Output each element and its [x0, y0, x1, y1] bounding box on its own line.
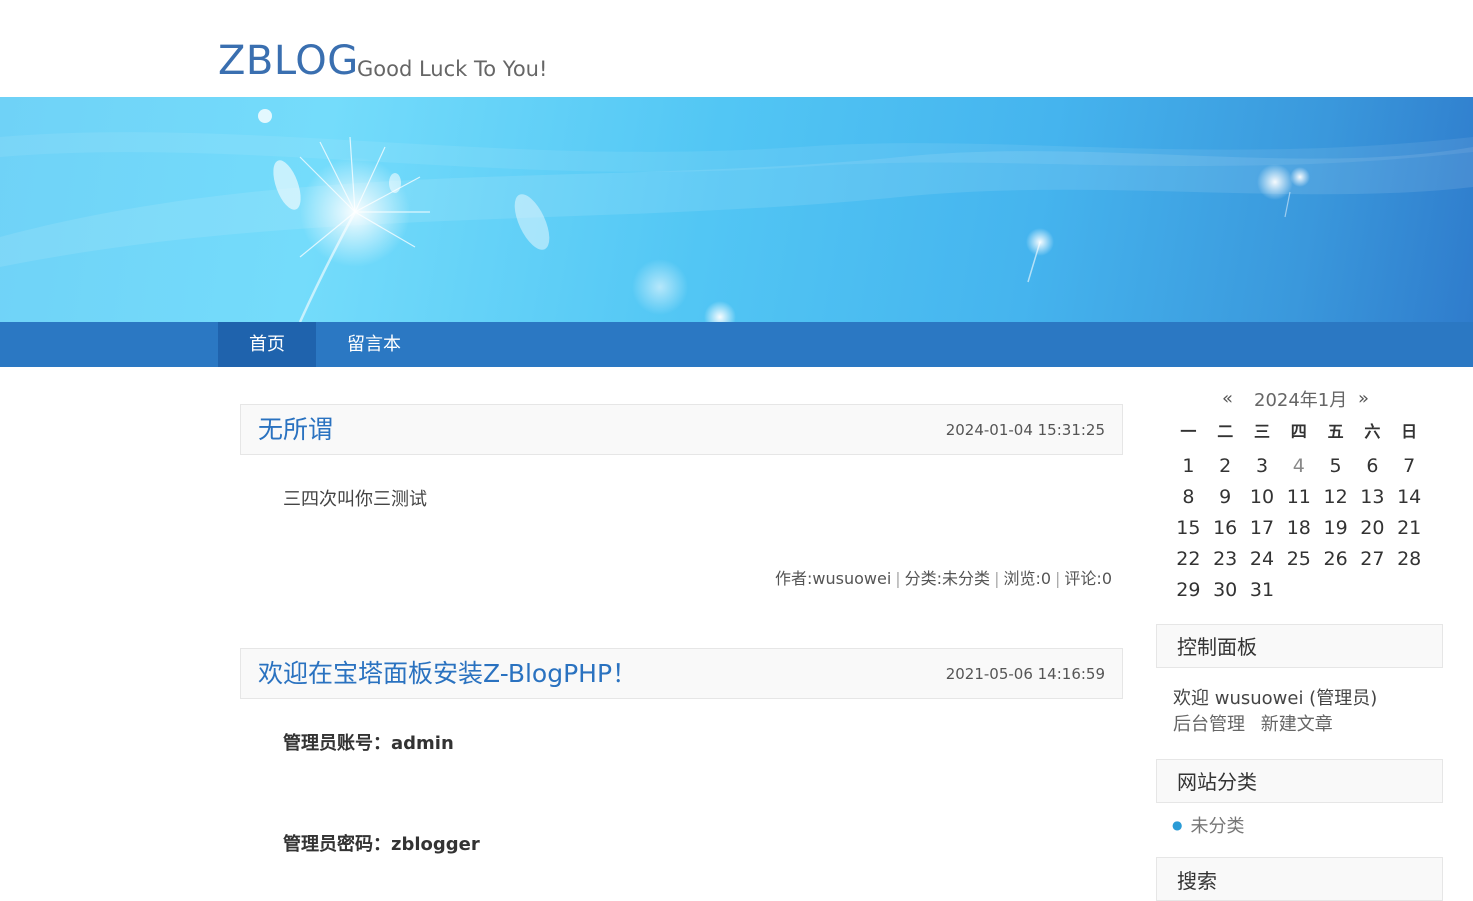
post-comments: 评论:0 — [1064, 569, 1112, 588]
control-panel-title: 控制面板 — [1177, 635, 1257, 659]
new-article-link[interactable]: 新建文章 — [1261, 714, 1333, 735]
calendar-day[interactable]: 5 — [1317, 451, 1354, 482]
control-panel-links: 后台管理 新建文章 — [1173, 712, 1333, 738]
calendar-day[interactable]: 29 — [1170, 575, 1207, 606]
calendar-day[interactable]: 23 — [1207, 544, 1244, 575]
calendar-day[interactable]: 15 — [1170, 513, 1207, 544]
site-logo[interactable]: ZBLOG — [218, 38, 359, 84]
calendar-weekday: 一 — [1180, 422, 1197, 441]
calendar-day[interactable]: 1 — [1170, 451, 1207, 482]
calendar-day[interactable]: 26 — [1317, 544, 1354, 575]
post-title-link[interactable]: 欢迎在宝塔面板安装Z-BlogPHP！ — [258, 658, 637, 690]
dandelion-banner-image — [0, 109, 1473, 322]
search-header: 搜索 — [1156, 857, 1443, 901]
calendar-day[interactable]: 11 — [1280, 482, 1317, 513]
post-meta: 作者:wusuowei | 分类:未分类 | 浏览:0 | 评论:0 — [775, 569, 1112, 589]
calendar-day[interactable]: 10 — [1244, 482, 1281, 513]
site-header: ZBLOG Good Luck To You! — [0, 0, 1473, 97]
calendar-day[interactable]: 24 — [1244, 544, 1281, 575]
calendar-day[interactable]: 9 — [1207, 482, 1244, 513]
post-title-link[interactable]: 无所谓 — [258, 414, 333, 446]
calendar-weekday: 五 — [1327, 422, 1344, 441]
categories-header: 网站分类 — [1156, 759, 1443, 803]
calendar-header: « 2024年1月 » — [1170, 385, 1428, 411]
calendar-day[interactable]: 17 — [1244, 513, 1281, 544]
calendar-day[interactable]: 27 — [1354, 544, 1391, 575]
category-link[interactable]: 未分类 — [1190, 816, 1244, 837]
calendar-next-month[interactable]: » — [1358, 388, 1369, 409]
post-date: 2024-01-04 15:31:25 — [945, 421, 1105, 439]
category-item[interactable]: ● 未分类 — [1172, 815, 1244, 840]
calendar-day[interactable]: 18 — [1280, 513, 1317, 544]
calendar-weekday: 六 — [1364, 422, 1381, 441]
admin-account-text: 管理员账号：admin — [283, 733, 454, 754]
meta-separator: | — [895, 569, 901, 588]
calendar-weekday: 二 — [1217, 422, 1234, 441]
calendar-day[interactable]: 14 — [1391, 482, 1428, 513]
post-date: 2021-05-06 14:16:59 — [945, 665, 1105, 683]
bullet-icon: ● — [1172, 818, 1183, 832]
calendar-day[interactable]: 20 — [1354, 513, 1391, 544]
admin-dashboard-link[interactable]: 后台管理 — [1173, 714, 1245, 735]
calendar-day[interactable]: 2 — [1207, 451, 1244, 482]
header-banner — [0, 97, 1473, 322]
calendar-day[interactable]: 31 — [1244, 575, 1281, 606]
post-header: 无所谓 2024-01-04 15:31:25 — [240, 404, 1123, 455]
calendar-day[interactable]: 30 — [1207, 575, 1244, 606]
calendar-day[interactable]: 25 — [1280, 544, 1317, 575]
post-author: 作者:wusuowei — [775, 569, 892, 588]
calendar-day[interactable]: 13 — [1354, 482, 1391, 513]
post-header: 欢迎在宝塔面板安装Z-BlogPHP！ 2021-05-06 14:16:59 — [240, 648, 1123, 699]
calendar-prev-month[interactable]: « — [1222, 388, 1233, 409]
post-content-line: 管理员密码：zblogger — [283, 833, 480, 857]
search-title: 搜索 — [1177, 869, 1217, 893]
categories-title: 网站分类 — [1177, 770, 1257, 794]
calendar-weekday: 三 — [1253, 422, 1270, 441]
nav-item-home[interactable]: 首页 — [218, 322, 316, 367]
calendar-day[interactable]: 19 — [1317, 513, 1354, 544]
calendar-grid: 一二三四五六日 1 2 3 4 5 6 7 8 9 10 11 12 13 14 15 16 17 18 19 20 21… — [1170, 421, 1428, 606]
post-category: 分类:未分类 — [904, 569, 991, 588]
calendar-day[interactable]: 12 — [1317, 482, 1354, 513]
calendar-weekday: 日 — [1401, 422, 1418, 441]
calendar-day[interactable]: 28 — [1391, 544, 1428, 575]
calendar-day[interactable]: 3 — [1244, 451, 1281, 482]
control-panel-header: 控制面板 — [1156, 624, 1443, 668]
nav-item-guestbook[interactable]: 留言本 — [316, 322, 432, 367]
calendar-day[interactable]: 7 — [1391, 451, 1428, 482]
post-excerpt: 三四次叫你三测试 — [283, 489, 427, 510]
calendar-day[interactable]: 6 — [1354, 451, 1391, 482]
calendar-weekday: 四 — [1290, 422, 1307, 441]
calendar-day[interactable]: 22 — [1170, 544, 1207, 575]
calendar-day[interactable]: 21 — [1391, 513, 1428, 544]
main-nav: 首页 留言本 — [0, 322, 1473, 367]
calendar-month-title: 2024年1月 — [1254, 390, 1348, 411]
calendar-day[interactable]: 16 — [1207, 513, 1244, 544]
post-content-line: 管理员账号：admin — [283, 732, 454, 756]
meta-separator: | — [1055, 569, 1061, 588]
post-views: 浏览:0 — [1003, 569, 1052, 588]
welcome-text: 欢迎 wusuowei (管理员) — [1173, 688, 1378, 709]
calendar-day[interactable]: 8 — [1170, 482, 1207, 513]
admin-password-text: 管理员密码：zblogger — [283, 834, 480, 855]
calendar-day[interactable]: 4 — [1280, 451, 1317, 482]
meta-separator: | — [994, 569, 1000, 588]
site-slogan: Good Luck To You! — [357, 57, 548, 81]
